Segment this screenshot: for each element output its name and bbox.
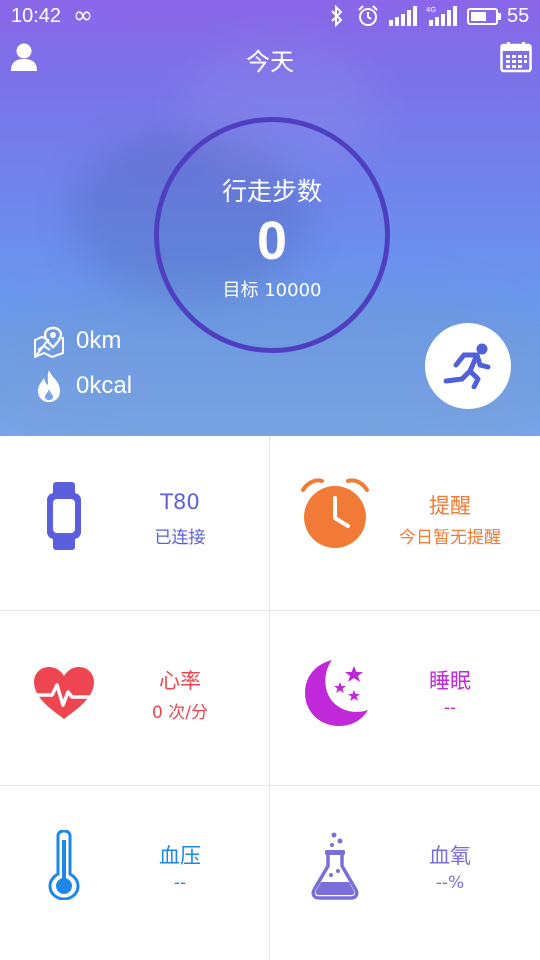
device-card[interactable]: T80 已连接 [0, 436, 269, 610]
sleep-title: 睡眠 [429, 669, 471, 693]
calories-value: 0kcal [76, 372, 133, 399]
blood-pressure-value: -- [173, 873, 187, 893]
flame-icon [38, 370, 60, 402]
reminder-title: 提醒 [429, 494, 471, 518]
start-run-button[interactable] [425, 323, 511, 409]
map-pin-icon [34, 326, 64, 358]
steps-count: 0 [256, 211, 288, 271]
health-cards-grid: T80 已连接 提醒 今日暂无提醒 心率 0 次/分 睡眠 -- 血压 -- 血… [0, 436, 540, 960]
device-status: 已连接 [154, 528, 206, 548]
heart-pulse-icon [34, 667, 96, 719]
watch-icon [47, 482, 81, 550]
flask-icon [311, 832, 359, 900]
steps-goal: 目标 10000 [222, 280, 322, 301]
heart-rate-title: 心率 [159, 669, 201, 693]
device-name: T80 [160, 490, 200, 514]
thermometer-icon [48, 830, 80, 900]
sleep-value: -- [443, 698, 457, 718]
signal-4g-icon: 4G [426, 6, 457, 26]
page-title: 今天 [246, 48, 294, 76]
reminder-card[interactable]: 提醒 今日暂无提醒 [270, 436, 539, 610]
blood-pressure-title: 血压 [159, 844, 201, 868]
blood-oxygen-card[interactable]: 血氧 --% [270, 786, 539, 960]
status-time: 10:42 [11, 5, 62, 27]
sleep-card[interactable]: 睡眠 -- [270, 611, 539, 785]
blood-pressure-card[interactable]: 血压 -- [0, 786, 269, 960]
svg-text:4G: 4G [426, 6, 436, 14]
battery-icon [467, 8, 501, 25]
bluetooth-icon [331, 5, 343, 27]
running-icon [443, 343, 491, 389]
blood-oxygen-title: 血氧 [429, 844, 471, 868]
moon-stars-icon [305, 660, 368, 726]
distance-value: 0km [76, 327, 122, 354]
infinity-icon: ∞ [73, 1, 93, 29]
alarm-clock-icon [301, 478, 369, 548]
signal-icon [389, 6, 417, 26]
dashboard-header: 10:42 ∞ 4G 55 今天 行走步数 0 目标 10000 0km 0kc… [0, 0, 540, 436]
alarm-status-icon [358, 5, 378, 26]
calendar-icon[interactable] [500, 41, 532, 73]
heart-rate-value: 0 次/分 [152, 703, 208, 723]
reminder-status: 今日暂无提醒 [399, 528, 501, 548]
heart-rate-card[interactable]: 心率 0 次/分 [0, 611, 269, 785]
status-bar: 10:42 ∞ 4G 55 [0, 0, 540, 34]
battery-level: 55 [507, 5, 530, 27]
blood-oxygen-value: --% [435, 873, 465, 893]
steps-label: 行走步数 [221, 177, 322, 206]
